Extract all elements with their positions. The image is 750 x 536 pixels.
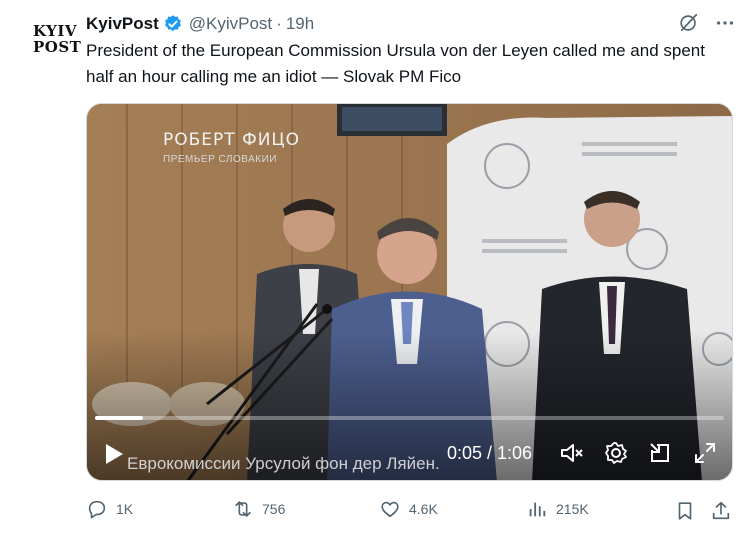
like-button[interactable]: 4.6K <box>379 498 438 520</box>
repost-icon <box>235 501 251 517</box>
heart-icon <box>381 501 399 518</box>
author-handle[interactable]: @KyivPost <box>189 14 272 34</box>
video-player[interactable]: РОБЕРТ ФИЦО ПРЕМЬЕР СЛОВАКИИ Еврокомисси… <box>86 103 733 481</box>
tweet-header: KyivPost @KyivPost · 19h <box>86 12 314 36</box>
pip-icon[interactable] <box>647 440 673 466</box>
video-controls: 0:05 / 1:06 <box>87 436 732 472</box>
share-icon[interactable] <box>710 500 732 522</box>
reply-icon <box>88 500 106 519</box>
video-timecode: 0:05 / 1:06 <box>447 443 533 463</box>
like-count: 4.6K <box>409 501 438 517</box>
bookmark-icon[interactable] <box>674 500 696 522</box>
video-progress-fill <box>95 416 143 420</box>
fullscreen-icon[interactable] <box>692 440 718 466</box>
reply-button[interactable]: 1K <box>86 498 133 520</box>
video-overlay-title: РОБЕРТ ФИЦО <box>163 130 301 150</box>
separator-dot: · <box>276 14 282 33</box>
video-overlay-subtitle: ПРЕМЬЕР СЛОВАКИИ <box>163 154 277 165</box>
video-progress-bar[interactable] <box>95 416 724 420</box>
repost-count: 756 <box>262 501 286 517</box>
settings-icon[interactable] <box>603 440 629 466</box>
author-name[interactable]: KyivPost <box>86 14 159 34</box>
header-actions <box>678 12 736 34</box>
reply-count: 1K <box>116 501 134 517</box>
verified-badge-icon <box>164 15 181 32</box>
tweet-timestamp[interactable]: 19h <box>286 14 314 34</box>
repost-button[interactable]: 756 <box>232 498 285 520</box>
play-icon[interactable] <box>103 442 125 466</box>
views-count: 215K <box>556 501 589 517</box>
tweet-actions: 1K 756 4.6K 215K <box>86 498 736 526</box>
kyivpost-logo: KYIV POST <box>33 22 82 56</box>
more-options-icon[interactable] <box>714 12 736 34</box>
tweet-text: President of the European Commission Urs… <box>86 41 705 86</box>
mute-icon[interactable] <box>559 440 585 466</box>
views-icon <box>529 502 546 517</box>
grok-icon[interactable] <box>678 12 700 34</box>
views-button[interactable]: 215K <box>526 498 589 520</box>
avatar[interactable]: KYIV POST <box>18 16 82 56</box>
